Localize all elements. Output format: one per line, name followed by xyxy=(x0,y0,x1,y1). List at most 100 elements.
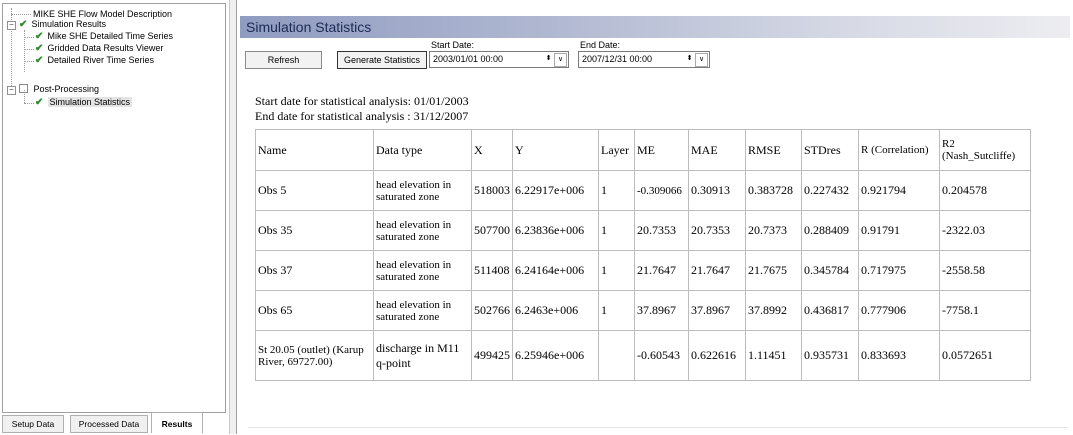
tree-item-label: Post-Processing xyxy=(33,84,100,94)
cell-r2: -7758.1 xyxy=(939,290,1031,331)
navigation-panel: MIKE SHE Flow Model Description − ✔ Simu… xyxy=(0,0,228,434)
cell-y: 6.24164e+006 xyxy=(512,250,599,291)
column-header: Layer xyxy=(598,129,635,171)
cell-layer: 1 xyxy=(598,170,635,211)
column-header: X xyxy=(471,129,513,171)
column-header: R (Correlation) xyxy=(858,129,940,171)
refresh-button[interactable]: Refresh xyxy=(245,51,322,69)
cell-y: 6.22917e+006 xyxy=(512,170,599,211)
report-start-date: Start date for statistical analysis: 01/… xyxy=(255,94,469,108)
table-row: Obs 35 head elevation in saturated zone … xyxy=(255,210,1031,251)
cell-stdres: 0.436817 xyxy=(801,290,859,331)
cell-r2: -2558.58 xyxy=(939,250,1031,291)
page-title: Simulation Statistics xyxy=(246,19,372,35)
column-header: R2 (Nash_Sutcliffe) xyxy=(939,129,1031,171)
cell-mae: 37.8967 xyxy=(688,290,746,331)
column-header: MAE xyxy=(688,129,746,171)
cell-y: 6.23836e+006 xyxy=(512,210,599,251)
cell-r: 0.921794 xyxy=(858,170,940,211)
table-row: Obs 37 head elevation in saturated zone … xyxy=(255,250,1031,291)
collapse-toggle-icon[interactable]: − xyxy=(7,21,16,30)
cell-layer xyxy=(598,330,635,381)
cell-me: -0.309066 xyxy=(634,170,689,211)
cell-stdres: 0.227432 xyxy=(801,170,859,211)
tab-results[interactable]: Results xyxy=(151,412,203,433)
cell-y: 6.25946e+006 xyxy=(512,330,599,381)
start-date-label: Start Date: xyxy=(431,40,475,50)
cell-r2: 0.0572651 xyxy=(939,330,1031,381)
chevron-down-icon[interactable]: ∨ xyxy=(695,53,708,67)
statistics-table: Name Data type X Y Layer ME MAE RMSE STD… xyxy=(255,129,1031,381)
cell-mae: 20.7353 xyxy=(688,210,746,251)
cell-r: 0.717975 xyxy=(858,250,940,291)
cell-stdres: 0.345784 xyxy=(801,250,859,291)
cell-rmse: 20.7373 xyxy=(745,210,802,251)
column-header: Y xyxy=(512,129,599,171)
table-row: Obs 5 head elevation in saturated zone 5… xyxy=(255,170,1031,211)
cell-data-type: head elevation in saturated zone xyxy=(373,290,472,331)
cell-r: 0.833693 xyxy=(858,330,940,381)
tree-item-label: Gridded Data Results Viewer xyxy=(47,43,164,53)
column-header: ME xyxy=(634,129,689,171)
tree-item-label: Simulation Results xyxy=(31,19,107,29)
table-row: Obs 65 head elevation in saturated zone … xyxy=(255,290,1031,331)
cell-rmse: 1.11451 xyxy=(745,330,802,381)
chevron-down-icon[interactable]: ∨ xyxy=(554,53,567,67)
panel-splitter[interactable] xyxy=(229,0,237,434)
cell-layer: 1 xyxy=(598,290,635,331)
cell-me: 37.8967 xyxy=(634,290,689,331)
cell-r: 0.91791 xyxy=(858,210,940,251)
spin-updown-icon[interactable]: ⬍ xyxy=(684,54,695,64)
table-header-row: Name Data type X Y Layer ME MAE RMSE STD… xyxy=(255,129,1031,171)
generate-statistics-button[interactable]: Generate Statistics xyxy=(337,51,427,69)
column-header: RMSE xyxy=(745,129,802,171)
tree-item-post-processing[interactable]: Post-Processing xyxy=(19,83,99,96)
cell-name: Obs 65 xyxy=(255,290,374,331)
spin-updown-icon[interactable]: ⬍ xyxy=(543,54,554,64)
cell-rmse: 0.383728 xyxy=(745,170,802,211)
column-header: Data type xyxy=(373,129,472,171)
cell-name: Obs 35 xyxy=(255,210,374,251)
cell-mae: 21.7647 xyxy=(688,250,746,291)
column-header: STDres xyxy=(801,129,859,171)
project-tree[interactable]: MIKE SHE Flow Model Description − ✔ Simu… xyxy=(2,3,226,413)
cell-x: 499425 xyxy=(471,330,513,381)
tree-item-label: Mike SHE Detailed Time Series xyxy=(47,31,174,41)
cell-layer: 1 xyxy=(598,210,635,251)
start-date-value: 2003/01/01 00:00 xyxy=(433,54,504,64)
cell-name: Obs 5 xyxy=(255,170,374,211)
cell-data-type: head elevation in saturated zone xyxy=(373,210,472,251)
cell-me: 21.7647 xyxy=(634,250,689,291)
tree-item-label: Simulation Statistics xyxy=(47,97,133,107)
cell-data-type: head elevation in saturated zone xyxy=(373,250,472,291)
statistics-report: Start date for statistical analysis: 01/… xyxy=(248,72,1068,428)
tab-setup-data[interactable]: Setup Data xyxy=(2,415,64,433)
tree-item-simulation-statistics[interactable]: ✔ Simulation Statistics xyxy=(35,96,133,109)
panel-header: Simulation Statistics xyxy=(240,16,1070,38)
cell-rmse: 37.8992 xyxy=(745,290,802,331)
cell-me: -0.60543 xyxy=(634,330,689,381)
tree-item-label: Detailed River Time Series xyxy=(47,55,155,65)
cell-r: 0.777906 xyxy=(858,290,940,331)
cell-x: 511408 xyxy=(471,250,513,291)
cell-stdres: 0.935731 xyxy=(801,330,859,381)
column-header: Name xyxy=(255,129,374,171)
tree-item-detailed-river-time-series[interactable]: ✔ Detailed River Time Series xyxy=(35,54,154,67)
cell-stdres: 0.288409 xyxy=(801,210,859,251)
tab-processed-data[interactable]: Processed Data xyxy=(70,415,148,433)
end-date-value: 2007/12/31 00:00 xyxy=(582,54,653,64)
content-panel: Simulation Statistics Refresh Generate S… xyxy=(237,0,1073,434)
cell-r2: 0.204578 xyxy=(939,170,1031,211)
cell-name: Obs 37 xyxy=(255,250,374,291)
report-end-date: End date for statistical analysis : 31/1… xyxy=(255,109,469,123)
cell-data-type: discharge in M11 q-point xyxy=(373,330,472,381)
start-date-picker[interactable]: 2003/01/01 00:00 ⬍ ∨ xyxy=(429,51,569,68)
end-date-label: End Date: xyxy=(580,40,621,50)
cell-layer: 1 xyxy=(598,250,635,291)
end-date-picker[interactable]: 2007/12/31 00:00 ⬍ ∨ xyxy=(578,51,710,68)
cell-r2: -2322.03 xyxy=(939,210,1031,251)
collapse-toggle-icon[interactable]: − xyxy=(7,86,16,95)
folder-box-icon xyxy=(19,84,28,93)
check-icon: ✔ xyxy=(35,55,44,66)
cell-data-type: head elevation in saturated zone xyxy=(373,170,472,211)
